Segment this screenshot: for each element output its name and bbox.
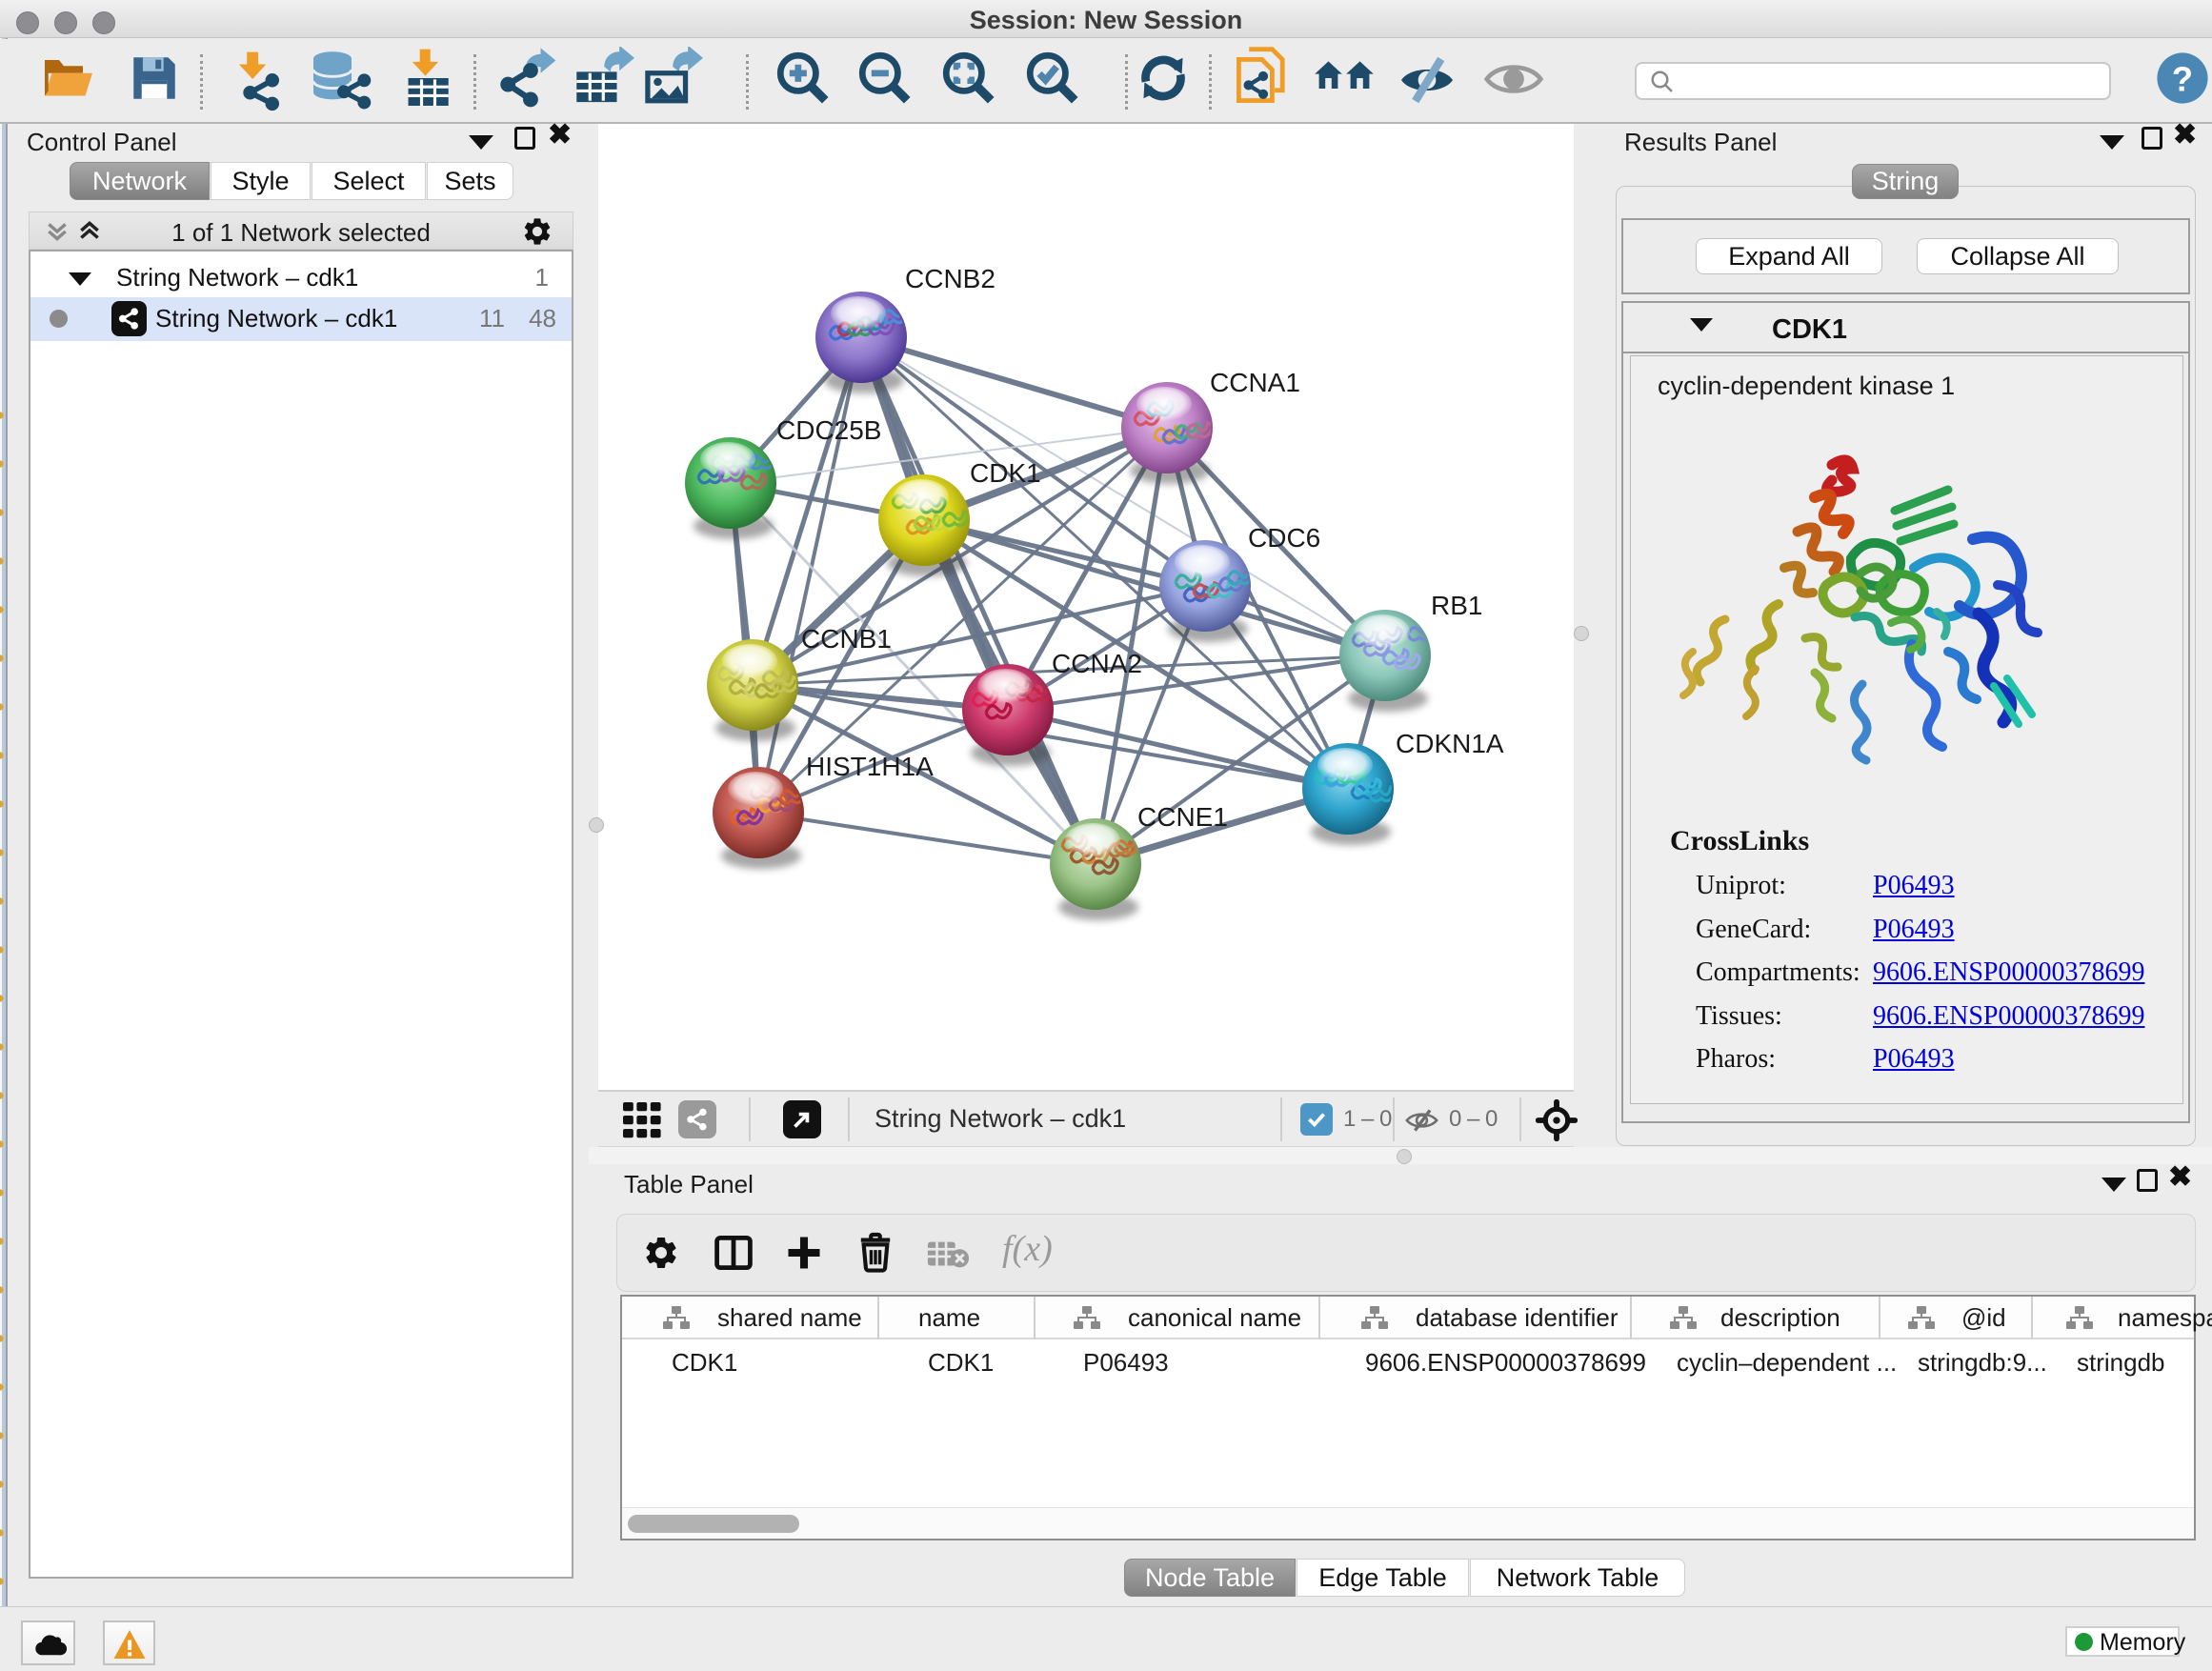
svg-text:CCNB1: CCNB1 <box>801 624 892 654</box>
svg-text:CDK1: CDK1 <box>970 458 1041 488</box>
svg-text:RB1: RB1 <box>1431 591 1482 620</box>
svg-text:CCNE1: CCNE1 <box>1137 802 1228 832</box>
svg-text:CCNA1: CCNA1 <box>1210 368 1300 397</box>
svg-text:HIST1H1A: HIST1H1A <box>806 752 934 781</box>
svg-text:CDC6: CDC6 <box>1248 523 1320 553</box>
svg-text:?: ? <box>2172 59 2193 98</box>
svg-text:CDKN1A: CDKN1A <box>1396 729 1504 758</box>
svg-text:CCNA2: CCNA2 <box>1052 649 1142 678</box>
svg-text:CCNB2: CCNB2 <box>905 264 995 293</box>
svg-text:CDC25B: CDC25B <box>776 415 881 445</box>
